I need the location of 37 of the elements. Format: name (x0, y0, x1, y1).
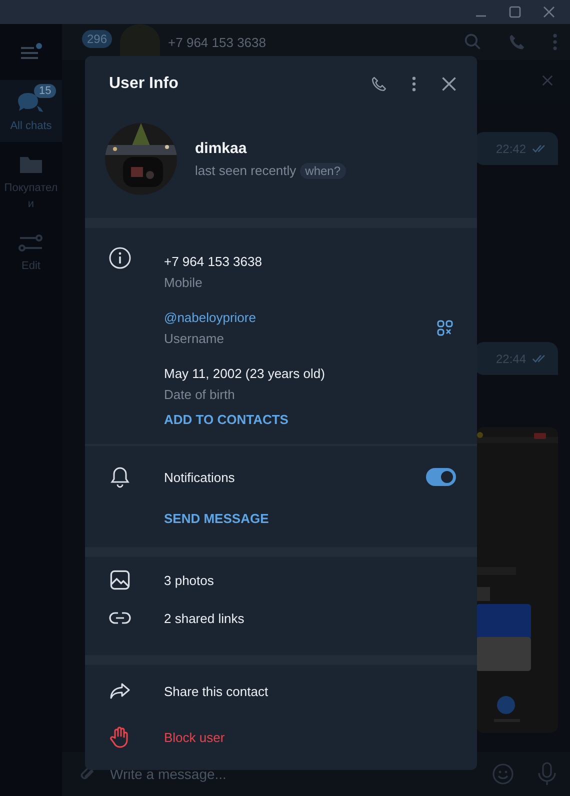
photo-icon (109, 569, 131, 591)
last-seen-status: last seen recently (195, 163, 296, 178)
qr-code-icon[interactable] (437, 320, 453, 336)
unread-badge: 15 (34, 84, 56, 98)
info-label: Date of birth (164, 387, 236, 402)
chat-title: +7 964 153 3638 (168, 34, 266, 50)
close-icon[interactable] (542, 5, 556, 19)
when-button[interactable]: when? (300, 162, 346, 178)
dialog-title: User Info (109, 75, 178, 93)
share-contact-button[interactable]: Share this contact (109, 680, 457, 702)
folder-icon (18, 154, 44, 176)
maximize-icon[interactable] (508, 5, 522, 19)
notifications-label: Notifications (164, 470, 235, 484)
user-name: dimkaa (195, 140, 248, 156)
send-message-button[interactable]: SEND MESSAGE (164, 511, 269, 526)
info-label: Username (164, 331, 225, 346)
folder-tab[interactable]: 15 All chats (0, 80, 62, 142)
close-icon[interactable] (441, 76, 457, 92)
info-value: May 11, 2002 (23 years old) (164, 366, 326, 381)
message-input[interactable]: Write a message... (110, 766, 470, 782)
sliders-icon (18, 232, 44, 254)
hand-icon (109, 726, 131, 748)
more-icon[interactable] (411, 76, 417, 92)
phone-icon[interactable] (371, 76, 387, 92)
info-label: Mobile (164, 275, 204, 290)
folder-label: All chats (9, 119, 53, 134)
unread-badge: 296 (82, 30, 112, 48)
shared-media-item[interactable]: 2 shared links (109, 607, 457, 629)
info-value: +7 964 153 3638 (164, 254, 263, 269)
add-to-contacts-button[interactable]: ADD TO CONTACTS (164, 412, 288, 427)
info-icon (109, 247, 131, 269)
bell-icon (109, 466, 131, 488)
username-link[interactable]: @nabeloypriore (164, 310, 437, 325)
menu-icon[interactable] (20, 43, 42, 61)
block-user-button[interactable]: Block user (109, 726, 457, 748)
notifications-toggle[interactable] (426, 468, 456, 486)
shared-media-item[interactable]: 3 photos (109, 569, 457, 591)
